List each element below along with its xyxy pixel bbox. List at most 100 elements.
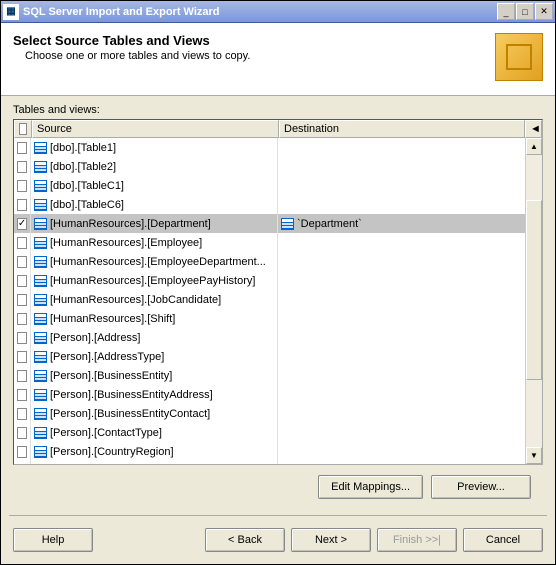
row-checkbox[interactable] bbox=[14, 366, 31, 385]
minimize-button[interactable]: _ bbox=[497, 3, 515, 20]
source-text: [Person].[Address] bbox=[50, 332, 141, 344]
table-row[interactable]: [Person].[BusinessEntityAddress] bbox=[14, 385, 525, 404]
table-icon bbox=[34, 142, 47, 154]
source-cell[interactable]: [Person].[BusinessEntityAddress] bbox=[31, 385, 278, 404]
destination-cell[interactable] bbox=[278, 404, 525, 423]
scroll-up-button[interactable]: ▲ bbox=[526, 138, 542, 155]
source-cell[interactable]: [Person].[CountryRegion] bbox=[31, 442, 278, 461]
row-checkbox[interactable] bbox=[14, 442, 31, 461]
preview-button[interactable]: Preview... bbox=[431, 475, 531, 499]
table-icon bbox=[34, 389, 47, 401]
close-button[interactable]: ✕ bbox=[535, 3, 553, 20]
destination-cell[interactable] bbox=[278, 157, 525, 176]
destination-cell[interactable] bbox=[278, 271, 525, 290]
scroll-thumb[interactable] bbox=[526, 200, 542, 380]
row-checkbox[interactable] bbox=[14, 195, 31, 214]
row-checkbox[interactable] bbox=[14, 157, 31, 176]
table-row[interactable]: [HumanResources].[Employee] bbox=[14, 233, 525, 252]
destination-cell[interactable] bbox=[278, 442, 525, 461]
destination-cell[interactable] bbox=[278, 347, 525, 366]
column-header-destination[interactable]: Destination bbox=[279, 120, 525, 138]
next-button[interactable]: Next > bbox=[291, 528, 371, 552]
table-row[interactable]: [HumanResources].[EmployeePayHistory] bbox=[14, 271, 525, 290]
source-cell[interactable]: [HumanResources].[Shift] bbox=[31, 309, 278, 328]
source-cell[interactable]: [Person].[EmailAddress] bbox=[31, 461, 278, 464]
destination-cell[interactable] bbox=[278, 461, 525, 464]
row-checkbox[interactable] bbox=[14, 233, 31, 252]
table-row[interactable]: [HumanResources].[Department]`Department… bbox=[14, 214, 525, 233]
row-checkbox[interactable] bbox=[14, 252, 31, 271]
source-cell[interactable]: [dbo].[TableC1] bbox=[31, 176, 278, 195]
destination-cell[interactable] bbox=[278, 290, 525, 309]
table-row[interactable]: [dbo].[TableC6] bbox=[14, 195, 525, 214]
row-checkbox[interactable] bbox=[14, 385, 31, 404]
table-icon bbox=[34, 408, 47, 420]
source-cell[interactable]: [HumanResources].[EmployeePayHistory] bbox=[31, 271, 278, 290]
source-text: [Person].[ContactType] bbox=[50, 427, 162, 439]
scroll-down-button[interactable]: ▼ bbox=[526, 447, 542, 464]
back-button[interactable]: < Back bbox=[205, 528, 285, 552]
vertical-scrollbar[interactable]: ▲ ▼ bbox=[525, 138, 542, 464]
source-cell[interactable]: [HumanResources].[EmployeeDepartment... bbox=[31, 252, 278, 271]
source-text: [HumanResources].[JobCandidate] bbox=[50, 294, 221, 306]
row-checkbox[interactable] bbox=[14, 271, 31, 290]
destination-cell[interactable]: `Department` bbox=[278, 214, 525, 233]
wizard-window: ▦ SQL Server Import and Export Wizard _ … bbox=[0, 0, 556, 565]
destination-cell[interactable] bbox=[278, 252, 525, 271]
destination-cell[interactable] bbox=[278, 366, 525, 385]
table-row[interactable]: [HumanResources].[JobCandidate] bbox=[14, 290, 525, 309]
source-cell[interactable]: [dbo].[Table1] bbox=[31, 138, 278, 157]
destination-cell[interactable] bbox=[278, 138, 525, 157]
table-row[interactable]: [dbo].[TableC1] bbox=[14, 176, 525, 195]
row-checkbox[interactable] bbox=[14, 328, 31, 347]
source-text: [Person].[CountryRegion] bbox=[50, 446, 174, 458]
finish-button[interactable]: Finish >>| bbox=[377, 528, 457, 552]
row-checkbox[interactable] bbox=[14, 290, 31, 309]
wizard-header: Select Source Tables and Views Choose on… bbox=[1, 23, 555, 96]
row-checkbox[interactable] bbox=[14, 214, 31, 233]
help-button[interactable]: Help bbox=[13, 528, 93, 552]
destination-cell[interactable] bbox=[278, 309, 525, 328]
row-checkbox[interactable] bbox=[14, 404, 31, 423]
row-checkbox[interactable] bbox=[14, 461, 31, 464]
row-checkbox[interactable] bbox=[14, 138, 31, 157]
table-row[interactable]: [Person].[Address] bbox=[14, 328, 525, 347]
table-row[interactable]: [dbo].[Table1] bbox=[14, 138, 525, 157]
table-row[interactable]: [Person].[BusinessEntityContact] bbox=[14, 404, 525, 423]
table-row[interactable]: [Person].[ContactType] bbox=[14, 423, 525, 442]
maximize-button[interactable]: □ bbox=[516, 3, 534, 20]
row-checkbox[interactable] bbox=[14, 423, 31, 442]
destination-cell[interactable] bbox=[278, 423, 525, 442]
table-row[interactable]: [Person].[CountryRegion] bbox=[14, 442, 525, 461]
destination-cell[interactable] bbox=[278, 195, 525, 214]
row-checkbox[interactable] bbox=[14, 347, 31, 366]
cancel-button[interactable]: Cancel bbox=[463, 528, 543, 552]
table-row[interactable]: [Person].[BusinessEntity] bbox=[14, 366, 525, 385]
source-cell[interactable]: [HumanResources].[JobCandidate] bbox=[31, 290, 278, 309]
titlebar[interactable]: ▦ SQL Server Import and Export Wizard _ … bbox=[1, 1, 555, 23]
destination-cell[interactable] bbox=[278, 328, 525, 347]
edit-mappings-button[interactable]: Edit Mappings... bbox=[318, 475, 423, 499]
source-cell[interactable]: [dbo].[Table2] bbox=[31, 157, 278, 176]
destination-cell[interactable] bbox=[278, 385, 525, 404]
destination-cell[interactable] bbox=[278, 176, 525, 195]
source-cell[interactable]: [Person].[BusinessEntityContact] bbox=[31, 404, 278, 423]
table-row[interactable]: [dbo].[Table2] bbox=[14, 157, 525, 176]
row-checkbox[interactable] bbox=[14, 176, 31, 195]
table-row[interactable]: [HumanResources].[Shift] bbox=[14, 309, 525, 328]
source-cell[interactable]: [Person].[ContactType] bbox=[31, 423, 278, 442]
source-cell[interactable]: [HumanResources].[Employee] bbox=[31, 233, 278, 252]
source-cell[interactable]: [Person].[BusinessEntity] bbox=[31, 366, 278, 385]
table-row[interactable]: [Person].[AddressType] bbox=[14, 347, 525, 366]
source-cell[interactable]: [Person].[Address] bbox=[31, 328, 278, 347]
select-all-checkbox[interactable] bbox=[14, 120, 32, 138]
scroll-track[interactable] bbox=[526, 155, 542, 447]
table-row[interactable]: [Person].[EmailAddress] bbox=[14, 461, 525, 464]
row-checkbox[interactable] bbox=[14, 309, 31, 328]
column-header-source[interactable]: Source bbox=[32, 120, 279, 138]
source-cell[interactable]: [dbo].[TableC6] bbox=[31, 195, 278, 214]
source-cell[interactable]: [HumanResources].[Department] bbox=[31, 214, 278, 233]
destination-cell[interactable] bbox=[278, 233, 525, 252]
source-cell[interactable]: [Person].[AddressType] bbox=[31, 347, 278, 366]
table-row[interactable]: [HumanResources].[EmployeeDepartment... bbox=[14, 252, 525, 271]
